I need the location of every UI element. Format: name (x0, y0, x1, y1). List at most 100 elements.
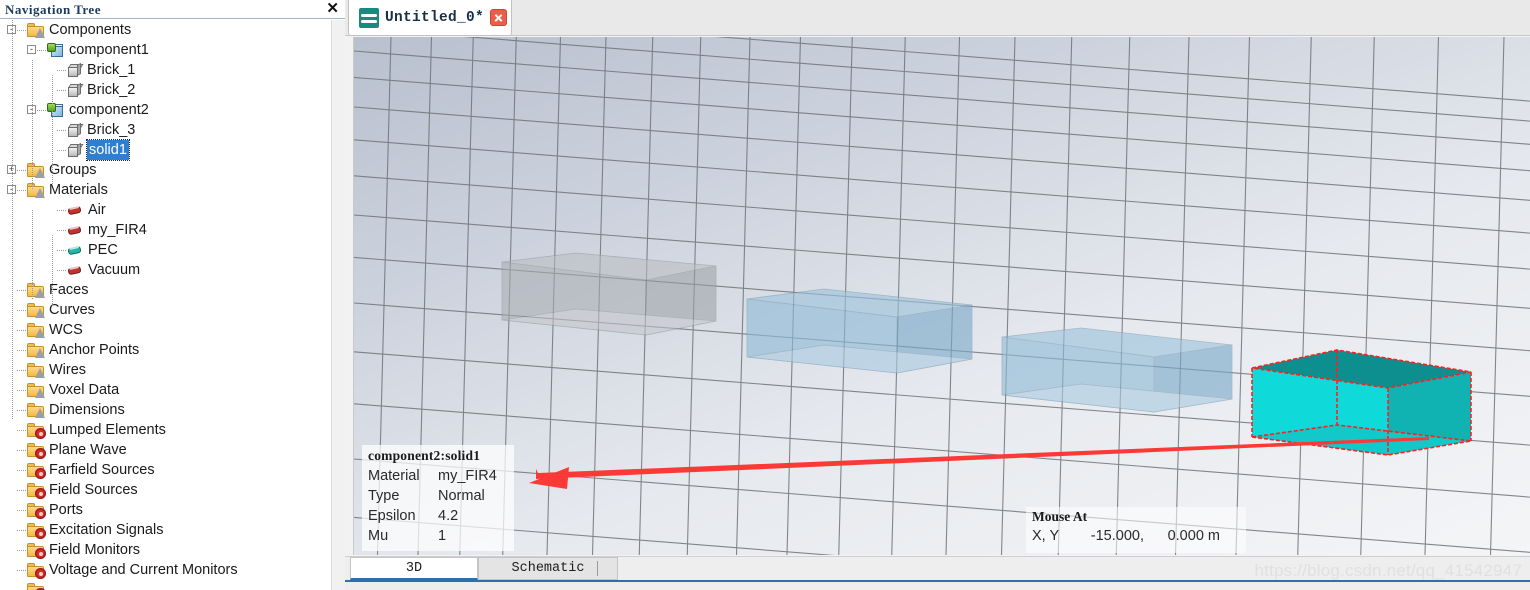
close-icon[interactable]: ✕ (326, 1, 339, 17)
folder-shape-icon (27, 303, 45, 318)
object-info-key: Mu (368, 528, 389, 544)
object-info-row: Mu 1 (368, 526, 508, 546)
folder-shape-icon (27, 403, 45, 418)
close-icon[interactable] (490, 9, 508, 26)
folder-shape-icon (27, 283, 45, 298)
tree-item-materials[interactable]: -Materials (0, 180, 330, 200)
component-icon (47, 102, 64, 118)
3d-viewport[interactable]: component2:solid1 Material my_FIR4 Type … (353, 37, 1530, 555)
page-title: Navigation Tree (5, 2, 101, 17)
tree-item-wires[interactable]: Wires (0, 360, 330, 380)
material-icon (67, 204, 83, 217)
tree-item-farfield-sources[interactable]: Farfield Sources (0, 460, 330, 480)
object-info-title: component2:solid1 (368, 448, 481, 463)
tree-item-brick-2[interactable]: Brick_2 (0, 80, 330, 100)
tree-item-label: solid1 (86, 139, 130, 161)
tree-item-vacuum[interactable]: Vacuum (0, 260, 330, 280)
folder-shape-icon (27, 383, 45, 398)
object-info-box: component2:solid1 Material my_FIR4 Type … (362, 445, 514, 551)
tree-item-label: Lumped Elements (49, 422, 166, 438)
folder-shape-icon (27, 23, 45, 38)
solid-objects-layer[interactable] (354, 37, 1530, 555)
tree-item-label: Curves (49, 302, 95, 318)
object-info-value: 4.2 (438, 508, 459, 524)
tree-item-field-sources[interactable]: Field Sources (0, 480, 330, 500)
mouse-coordinate-readout: Mouse At X, Y -15.000, 0.000 m (1026, 507, 1246, 553)
mouse-readout-y-value: 0.000 m (1167, 528, 1220, 544)
main-document-area: Untitled_0* component2:solid1 Material m… (345, 0, 1530, 590)
tree-item-groups[interactable]: +Groups (0, 160, 330, 180)
mouse-readout-title: Mouse At (1032, 509, 1088, 524)
view-tabstrip: 3D Schematic https://blog.csdn.net/qq_41… (345, 556, 1530, 590)
tree-item-label: Voxel Data (49, 382, 120, 398)
tree-item-blank[interactable] (0, 580, 330, 590)
selected-solid-solid1 (1251, 349, 1472, 456)
tree-item-pec[interactable]: PEC (0, 240, 330, 260)
tree-item-curves[interactable]: Curves (0, 300, 330, 320)
material-icon (67, 224, 83, 237)
brick-icon (67, 62, 84, 78)
tree-item-label: Voltage and Current Monitors (49, 562, 238, 578)
tree-item-excitation-signals[interactable]: Excitation Signals (0, 520, 330, 540)
brick-gray (501, 252, 717, 336)
tree-item-air[interactable]: Air (0, 200, 330, 220)
object-info-key: Material (368, 468, 420, 484)
folder-gear-icon (27, 483, 46, 499)
object-info-row: Epsilon 4.2 (368, 506, 508, 526)
tree-item-label: Faces (49, 282, 89, 298)
tree-item-label: Plane Wave (49, 442, 127, 458)
tree-item-brick-1[interactable]: Brick_1 (0, 60, 330, 80)
tree-item-wcs[interactable]: WCS (0, 320, 330, 340)
tabstrip-separator (597, 561, 598, 576)
tree-item-lumped-elements[interactable]: Lumped Elements (0, 420, 330, 440)
tree-item-label: Brick_1 (87, 62, 136, 78)
folder-shape-icon (27, 183, 45, 198)
folder-gear-icon (27, 523, 46, 539)
tree-item-label: Brick_2 (87, 82, 136, 98)
tree-guide-line (12, 20, 13, 420)
tree-item-label: Excitation Signals (49, 522, 164, 538)
tree-item-my-fir4[interactable]: my_FIR4 (0, 220, 330, 240)
tree-guide-line (32, 60, 33, 190)
object-info-value: 1 (438, 528, 447, 544)
tree-guide-line (52, 235, 53, 307)
tree-item-voxel-data[interactable]: Voxel Data (0, 380, 330, 400)
tree-item-components[interactable]: -Components (0, 20, 330, 40)
folder-gear-icon (27, 423, 46, 439)
tree-item-field-monitors[interactable]: Field Monitors (0, 540, 330, 560)
tree-item-anchor-points[interactable]: Anchor Points (0, 340, 330, 360)
brick-icon (67, 142, 84, 158)
navigation-tree-panel: Navigation Tree ✕ -Components - component1… (0, 0, 345, 590)
component-icon (47, 42, 64, 58)
tree-item-label: WCS (49, 322, 83, 338)
tree-item-label: Brick_3 (87, 122, 136, 138)
folder-shape-icon (27, 163, 45, 178)
folder-gear-icon (27, 443, 46, 459)
tree-item-component1[interactable]: - component1 (0, 40, 330, 60)
tree-item-label: Components (49, 22, 132, 38)
tree-item-label: Farfield Sources (49, 462, 155, 478)
document-tabstrip: Untitled_0* (345, 0, 1530, 36)
material-icon (67, 264, 83, 277)
tree-item-brick-3[interactable]: Brick_3 (0, 120, 330, 140)
tree-item-voltage-and-current-monitors[interactable]: Voltage and Current Monitors (0, 560, 330, 580)
tree-item-component2[interactable]: -component2 (0, 100, 330, 120)
tree-item-label: Field Monitors (49, 542, 141, 558)
folder-gear-icon (27, 583, 46, 590)
brick-icon (67, 122, 84, 138)
annotation-arrow (529, 437, 1429, 489)
tree-item-dimensions[interactable]: Dimensions (0, 400, 330, 420)
tree-item-plane-wave[interactable]: Plane Wave (0, 440, 330, 460)
tree-item-faces[interactable]: Faces (0, 280, 330, 300)
tree-item-label: component2 (69, 102, 149, 118)
tree-item-ports[interactable]: Ports (0, 500, 330, 520)
object-info-value: Normal (438, 488, 485, 504)
tree-item-solid1[interactable]: solid1 (0, 139, 330, 161)
tree-item-label: Dimensions (49, 402, 125, 418)
navigation-tree-scrollbar[interactable] (331, 20, 345, 590)
document-tab[interactable]: Untitled_0* (348, 0, 512, 36)
tab-3d[interactable]: 3D (350, 557, 478, 580)
tree-item-label: Vacuum (88, 262, 141, 278)
collapse-toggle-icon[interactable]: - (27, 45, 36, 54)
brick-blue-2 (1001, 327, 1233, 413)
